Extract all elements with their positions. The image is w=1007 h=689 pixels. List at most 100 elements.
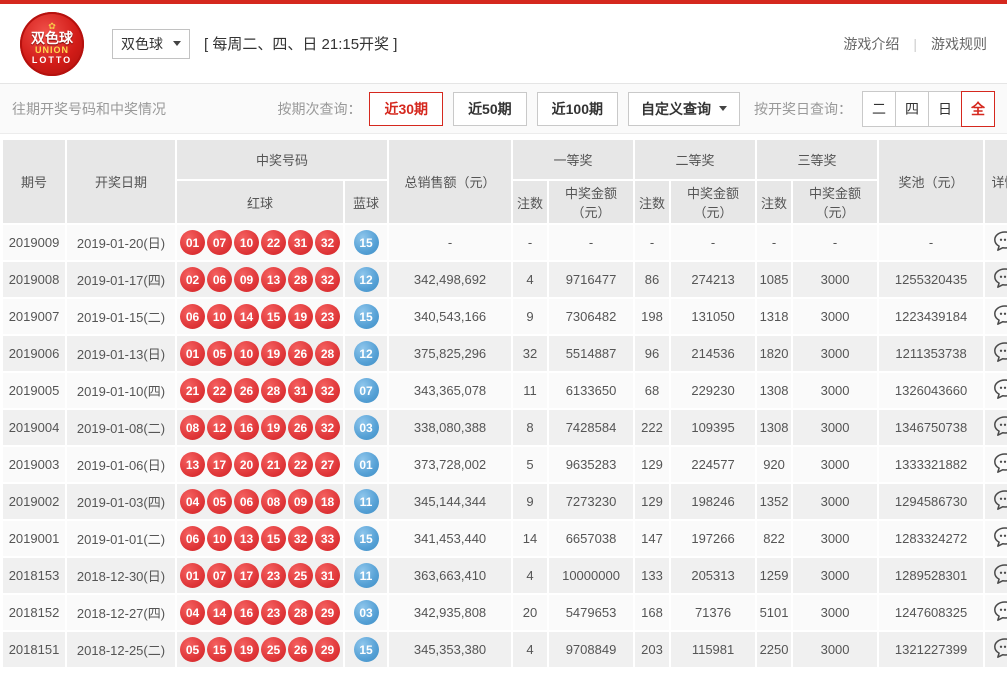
detail-cell (985, 484, 1007, 519)
red-ball: 20 (234, 452, 259, 477)
first-count-cell: 5 (513, 447, 547, 482)
detail-cell (985, 632, 1007, 667)
filter-controls: 按期次查询： 近30期 近50期 近100期 自定义查询 按开奖日查询： 二 四… (277, 91, 995, 127)
red-ball: 18 (315, 489, 340, 514)
detail-cell (985, 595, 1007, 630)
red-ball: 16 (234, 600, 259, 625)
header-second-prize: 二等奖 (635, 140, 755, 179)
game-intro-link[interactable]: 游戏介绍 (843, 34, 899, 54)
red-balls: 051519252629 (180, 637, 340, 662)
detail-cell (985, 336, 1007, 371)
detail-comment-icon[interactable] (993, 637, 1007, 659)
detail-comment-icon[interactable] (993, 341, 1007, 363)
red-ball: 23 (315, 304, 340, 329)
red-ball: 26 (288, 341, 313, 366)
first-amount-cell: - (549, 225, 633, 260)
detail-cell (985, 410, 1007, 445)
red-ball: 32 (315, 415, 340, 440)
chevron-down-icon (719, 106, 727, 111)
blue-ball-cell: 12 (345, 262, 387, 297)
header-amount: 中奖金额（元） (671, 181, 755, 223)
first-count-cell: 4 (513, 632, 547, 667)
detail-comment-icon[interactable] (993, 304, 1007, 326)
red-ball: 16 (234, 415, 259, 440)
red-ball: 14 (234, 304, 259, 329)
red-ball: 17 (207, 452, 232, 477)
by-day-label: 按开奖日查询： (754, 99, 852, 119)
date-cell: 2019-01-08(二) (67, 410, 175, 445)
red-ball: 04 (180, 600, 205, 625)
detail-comment-icon[interactable] (993, 563, 1007, 585)
header-links: 游戏介绍 | 游戏规则 (843, 34, 987, 54)
date-cell: 2019-01-10(四) (67, 373, 175, 408)
red-ball: 21 (180, 378, 205, 403)
red-ball: 19 (261, 415, 286, 440)
blue-ball-cell: 11 (345, 484, 387, 519)
detail-comment-icon[interactable] (993, 526, 1007, 548)
blue-ball-cell: 15 (345, 521, 387, 556)
detail-comment-icon[interactable] (993, 378, 1007, 400)
first-amount-cell: 9716477 (549, 262, 633, 297)
red-balls-cell: 131720212227 (177, 447, 343, 482)
red-balls-cell: 010710223132 (177, 225, 343, 260)
period-filter-button[interactable]: 近30期 (369, 92, 443, 126)
logo-title: 双色球 (31, 31, 73, 46)
red-ball: 26 (234, 378, 259, 403)
custom-query-label: 自定义查询 (641, 99, 711, 119)
third-amount-cell: 3000 (793, 299, 877, 334)
red-ball: 06 (234, 489, 259, 514)
detail-comment-icon[interactable] (993, 230, 1007, 252)
second-amount-cell: 109395 (671, 410, 755, 445)
third-amount-cell: 3000 (793, 262, 877, 297)
red-ball: 17 (234, 563, 259, 588)
table-row: 2019001 2019-01-01(二) 061013153233 15 34… (3, 521, 1007, 556)
first-count-cell: - (513, 225, 547, 260)
red-ball: 22 (261, 230, 286, 255)
third-count-cell: 2250 (757, 632, 791, 667)
detail-comment-icon[interactable] (993, 415, 1007, 437)
day-filter-button[interactable]: 二 (862, 91, 896, 127)
header-numbers: 中奖号码 (177, 140, 387, 179)
detail-cell (985, 447, 1007, 482)
pool-cell: 1333321882 (879, 447, 983, 482)
period-cell: 2018153 (3, 558, 65, 593)
third-count-cell: 5101 (757, 595, 791, 630)
detail-comment-icon[interactable] (993, 267, 1007, 289)
third-count-cell: 1352 (757, 484, 791, 519)
period-filter-button[interactable]: 近100期 (537, 92, 618, 126)
day-filter-button[interactable]: 全 (961, 91, 995, 127)
detail-comment-icon[interactable] (993, 600, 1007, 622)
red-ball: 10 (234, 230, 259, 255)
red-ball: 15 (261, 526, 286, 551)
second-amount-cell: 224577 (671, 447, 755, 482)
red-ball: 07 (207, 230, 232, 255)
red-ball: 29 (315, 600, 340, 625)
second-count-cell: 129 (635, 447, 669, 482)
lottery-select[interactable]: 双色球 (112, 29, 190, 59)
day-filter-button[interactable]: 四 (895, 91, 929, 127)
header-sales: 总销售额（元） (389, 140, 511, 223)
header-count: 注数 (635, 181, 669, 223)
blue-ball: 15 (354, 230, 379, 255)
first-amount-cell: 7428584 (549, 410, 633, 445)
day-filter-button[interactable]: 日 (928, 91, 962, 127)
red-ball: 08 (261, 489, 286, 514)
red-balls: 131720212227 (180, 452, 340, 477)
red-ball: 05 (207, 489, 232, 514)
header-detail: 详情 (985, 140, 1007, 223)
red-balls-cell: 051519252629 (177, 632, 343, 667)
custom-query-dropdown[interactable]: 自定义查询 (628, 92, 740, 126)
first-count-cell: 8 (513, 410, 547, 445)
sales-cell: 343,365,078 (389, 373, 511, 408)
date-cell: 2019-01-17(四) (67, 262, 175, 297)
detail-comment-icon[interactable] (993, 452, 1007, 474)
link-divider: | (913, 36, 917, 52)
period-filter-button[interactable]: 近50期 (453, 92, 527, 126)
second-count-cell: - (635, 225, 669, 260)
results-table: 期号 开奖日期 中奖号码 总销售额（元） 一等奖 二等奖 三等奖 奖池（元） 详… (1, 138, 1007, 669)
game-rules-link[interactable]: 游戏规则 (931, 34, 987, 54)
second-amount-cell: 197266 (671, 521, 755, 556)
pool-cell: 1211353738 (879, 336, 983, 371)
red-balls-cell: 010510192628 (177, 336, 343, 371)
detail-comment-icon[interactable] (993, 489, 1007, 511)
